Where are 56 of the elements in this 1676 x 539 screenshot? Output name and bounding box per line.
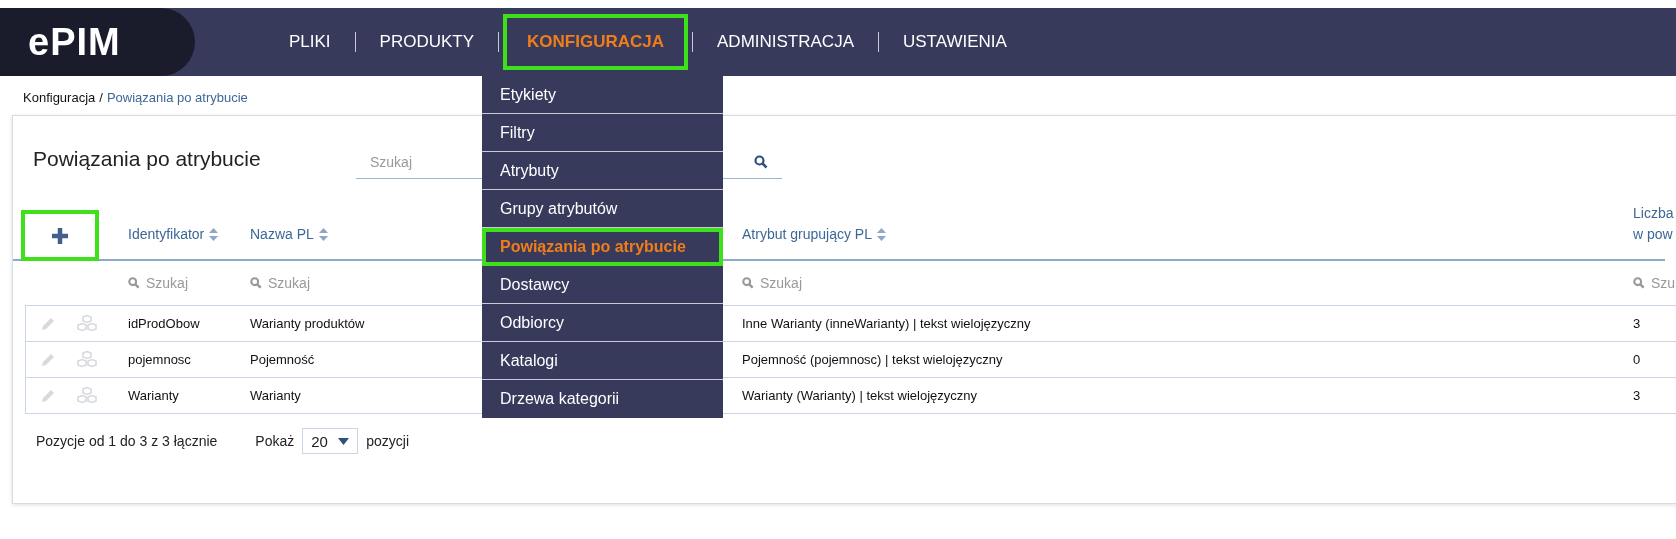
caret-icon xyxy=(338,437,350,445)
breadcrumb-link[interactable]: Konfiguracja xyxy=(23,90,96,109)
page-size-suffix: pozycji xyxy=(366,433,410,449)
table-cell: Inne Warianty (inneWarianty) | tekst wielojęzyczny xyxy=(742,316,1031,331)
search-icon xyxy=(1633,277,1645,289)
menu-item[interactable]: Powiązania po atrybucie xyxy=(482,228,723,266)
table-cell: 3 xyxy=(1633,388,1641,403)
search-icon xyxy=(742,277,754,289)
nav-tab[interactable]: PLIKI xyxy=(265,14,355,70)
cubes-icon[interactable] xyxy=(76,350,98,369)
column-header[interactable]: Liczba w pow xyxy=(1633,203,1674,245)
search-icon xyxy=(250,277,262,289)
menu-item[interactable]: Dostawcy xyxy=(482,266,723,304)
table-cell: Pojemność xyxy=(250,352,315,367)
column-header[interactable]: Nazwa PL xyxy=(250,224,314,245)
page-size-select[interactable]: 20 xyxy=(302,428,359,454)
table-cell: Pojemność (pojemnosc) | tekst wielojęzyczny xyxy=(742,352,1003,367)
pencil-icon[interactable] xyxy=(40,387,56,404)
table-cell: Warianty (Warianty) | tekst wielojęzyczny xyxy=(742,388,978,403)
nav-tab[interactable]: KONFIGURACJA xyxy=(503,14,688,70)
pencil-icon[interactable] xyxy=(40,315,56,332)
table-cell: Warianty xyxy=(128,388,179,403)
nav-tab[interactable]: USTAWIENIA xyxy=(879,14,1031,70)
nav-tab[interactable]: ADMINISTRACJA xyxy=(693,14,878,70)
page-title: Powiązania po atrybucie xyxy=(33,147,262,171)
menu-item[interactable]: Atrybuty xyxy=(482,152,723,190)
menu-item[interactable]: Etykiety xyxy=(482,76,723,114)
pagination-summary: Pozycje od 1 do 3 z 3 łącznie xyxy=(36,433,218,449)
pencil-icon[interactable] xyxy=(40,351,56,368)
page-size-label: Pokaż xyxy=(255,433,295,449)
table-cell: 3 xyxy=(1633,316,1641,331)
cubes-icon[interactable] xyxy=(76,314,98,333)
table-cell: 0 xyxy=(1633,352,1641,367)
search-icon[interactable] xyxy=(754,155,768,169)
table-cell: Warianty xyxy=(250,388,301,403)
sort-icon[interactable] xyxy=(318,228,328,241)
add-button[interactable] xyxy=(21,210,99,261)
sort-icon[interactable] xyxy=(876,228,886,241)
logo[interactable]: ePIM xyxy=(28,20,121,64)
sort-icon[interactable] xyxy=(209,228,219,241)
column-header[interactable]: Identyfikator xyxy=(128,224,205,245)
cubes-icon[interactable] xyxy=(76,386,98,405)
table-cell: Warianty produktów xyxy=(250,316,365,331)
nav-tab[interactable]: PRODUKTY xyxy=(355,14,499,70)
column-header[interactable]: Atrybut grupujący PL xyxy=(742,224,872,245)
menu-item[interactable]: Drzewa kategorii xyxy=(482,380,723,418)
menu-item[interactable]: Odbiorcy xyxy=(482,304,723,342)
plus-icon xyxy=(51,226,69,245)
breadcrumb-current: Powiązania po atrybucie xyxy=(106,90,248,107)
menu-item[interactable]: Katalogi xyxy=(482,342,723,380)
search-icon xyxy=(128,277,140,289)
menu-item[interactable]: Filtry xyxy=(482,114,723,152)
table-cell: idProdObow xyxy=(128,316,200,331)
menu-item[interactable]: Grupy atrybutów xyxy=(482,190,723,228)
table-cell: pojemnosc xyxy=(128,352,191,367)
breadcrumb-separator: / xyxy=(99,90,103,107)
